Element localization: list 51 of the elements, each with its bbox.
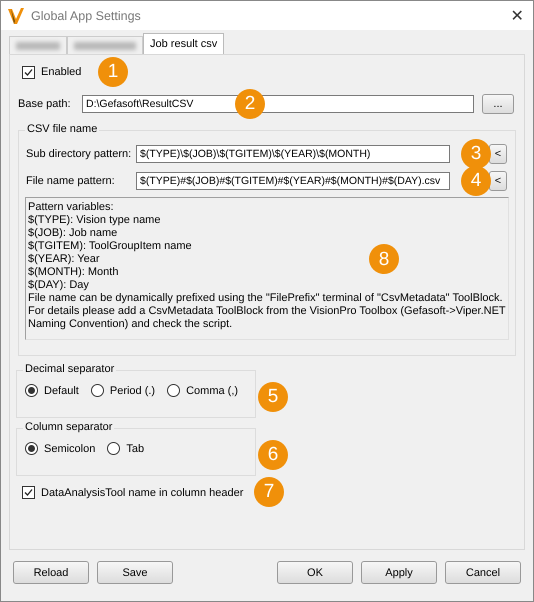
- app-logo-icon: [7, 6, 25, 24]
- checkbox-label: DataAnalysisTool name in column header: [41, 486, 244, 498]
- info-text: $(YEAR): Year: [28, 253, 100, 266]
- radio-button[interactable]: [25, 442, 38, 455]
- info-text: $(JOB): Job name: [28, 227, 118, 240]
- window-title: Global App Settings: [31, 8, 142, 22]
- radio-label: Period (.): [110, 384, 156, 396]
- info-text: $(DAY): Day: [28, 279, 89, 292]
- pattern-field[interactable]: $(TYPE)#$(JOB)#$(TGITEM)#$(YEAR)#$(MONTH)#$(DAY).csv: [136, 172, 450, 190]
- pattern-field[interactable]: $(TYPE)\$(JOB)\$(TGITEM)\$(YEAR)\$(MONTH): [136, 145, 450, 163]
- callout-number: 8: [369, 244, 399, 274]
- radio-label: Semicolon: [44, 442, 96, 454]
- radio-label: Comma (,): [186, 384, 238, 396]
- insert-button[interactable]: <: [489, 144, 507, 164]
- group-title: Column separator: [23, 421, 114, 433]
- radio-button[interactable]: [107, 442, 120, 455]
- info-text: File name can be dynamically prefixed using the "FilePrefix" terminal of "CsvMetadata" ToolBlock.: [28, 292, 503, 305]
- info-text: Pattern variables:: [28, 201, 114, 214]
- dialog-button[interactable]: Save: [97, 561, 173, 584]
- radio-button[interactable]: [90, 384, 104, 397]
- info-text: $(TGITEM): ToolGroupItem name: [28, 240, 192, 253]
- callout-number: 1: [98, 57, 128, 87]
- field-label: Sub directory pattern:: [26, 148, 132, 160]
- browse-button[interactable]: ...: [482, 94, 514, 114]
- dialog-button[interactable]: Reload: [13, 561, 89, 584]
- insert-button[interactable]: <: [489, 171, 507, 191]
- callout-number: 5: [258, 382, 288, 412]
- radio-label: Default: [44, 384, 79, 396]
- callout-number: 6: [258, 440, 288, 470]
- checkbox[interactable]: [22, 486, 35, 499]
- dialog-button[interactable]: Cancel: [445, 561, 521, 584]
- dialog-button[interactable]: Apply: [361, 561, 437, 584]
- info-text: $(MONTH): Month: [28, 266, 118, 279]
- checkbox[interactable]: [22, 66, 35, 78]
- callout-number: 7: [254, 477, 284, 507]
- close-icon[interactable]: ✕: [507, 6, 527, 26]
- info-text: $(TYPE): Vision type name: [28, 214, 160, 227]
- radio-button[interactable]: [167, 384, 180, 397]
- info-text: For details please add a CsvMetadata ToolBlock from the VisionPro Toolbox (Gefasoft->Viper.NET Naming Convention) and check the script.: [28, 305, 506, 331]
- field-label: File name pattern:: [26, 175, 116, 187]
- radio-button[interactable]: [25, 384, 38, 397]
- callout-number: 4: [461, 166, 491, 196]
- callout-number: 3: [461, 139, 491, 169]
- checkbox-label: Enabled: [41, 66, 82, 78]
- group-title: Decimal separator: [23, 363, 116, 375]
- callout-number: 2: [235, 89, 265, 119]
- radio-label: Tab: [126, 442, 144, 454]
- tab[interactable]: Job result csv: [143, 33, 224, 54]
- dialog-button[interactable]: OK: [277, 561, 353, 584]
- group-title: CSV file name: [25, 123, 100, 135]
- field-label: Base path:: [18, 98, 72, 110]
